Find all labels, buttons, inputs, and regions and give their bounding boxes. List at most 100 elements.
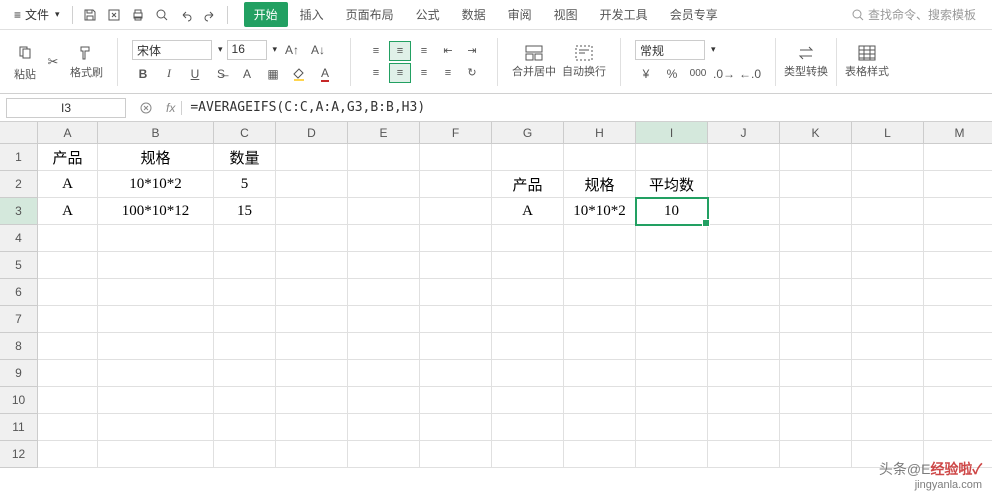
cell[interactable] (420, 387, 492, 414)
cell[interactable] (708, 414, 780, 441)
cell[interactable] (276, 225, 348, 252)
indent-increase-icon[interactable]: ⇥ (461, 41, 483, 61)
wrap-text-button[interactable]: 自动换行 (562, 45, 606, 79)
cell[interactable] (780, 198, 852, 225)
cell[interactable] (852, 360, 924, 387)
cell[interactable] (564, 252, 636, 279)
print-preview-icon[interactable] (103, 4, 125, 26)
cell[interactable]: 10*10*2 (98, 171, 214, 198)
cell[interactable] (708, 387, 780, 414)
cell[interactable] (924, 171, 992, 198)
cell[interactable] (924, 144, 992, 171)
row-header[interactable]: 9 (0, 360, 38, 387)
decrease-decimal-icon[interactable]: ←.0 (739, 64, 761, 84)
row-header[interactable]: 1 (0, 144, 38, 171)
cell[interactable] (98, 360, 214, 387)
column-header[interactable]: D (276, 122, 348, 144)
align-justify-icon[interactable]: ≡ (437, 63, 459, 83)
cell[interactable] (98, 225, 214, 252)
font-name-select[interactable]: 宋体 (132, 40, 212, 60)
cell[interactable] (276, 414, 348, 441)
cell[interactable] (38, 252, 98, 279)
align-middle-icon[interactable]: ≡ (389, 41, 411, 61)
cell[interactable] (780, 279, 852, 306)
name-box[interactable]: I3 (6, 98, 126, 118)
cell[interactable] (636, 225, 708, 252)
cell[interactable] (924, 225, 992, 252)
increase-font-icon[interactable]: A↑ (281, 40, 303, 60)
redo-icon[interactable] (199, 4, 221, 26)
column-header[interactable]: J (708, 122, 780, 144)
cell[interactable]: 5 (214, 171, 276, 198)
column-header[interactable]: L (852, 122, 924, 144)
cell[interactable] (214, 360, 276, 387)
table-style-button[interactable]: 表格样式 (845, 45, 889, 79)
cell[interactable] (924, 414, 992, 441)
cell[interactable]: 规格 (98, 144, 214, 171)
cell[interactable] (98, 387, 214, 414)
cell[interactable] (214, 441, 276, 468)
row-header[interactable]: 11 (0, 414, 38, 441)
cell[interactable] (214, 306, 276, 333)
type-convert-button[interactable]: 类型转换 (784, 45, 828, 79)
cell[interactable] (564, 279, 636, 306)
select-all-corner[interactable] (0, 122, 38, 144)
column-header[interactable]: A (38, 122, 98, 144)
cell[interactable] (852, 252, 924, 279)
cell[interactable] (852, 198, 924, 225)
row-header[interactable]: 8 (0, 333, 38, 360)
cell[interactable] (348, 306, 420, 333)
cell[interactable] (276, 198, 348, 225)
cell[interactable] (636, 252, 708, 279)
cell[interactable] (924, 333, 992, 360)
cell[interactable] (98, 441, 214, 468)
row-header[interactable]: 2 (0, 171, 38, 198)
cell[interactable] (852, 441, 924, 468)
row-header[interactable]: 4 (0, 225, 38, 252)
cell[interactable] (38, 387, 98, 414)
save-icon[interactable] (79, 4, 101, 26)
cell[interactable] (276, 333, 348, 360)
cell[interactable] (420, 306, 492, 333)
cell[interactable] (852, 225, 924, 252)
underline-button[interactable]: U (184, 64, 206, 84)
cell[interactable] (214, 252, 276, 279)
column-header[interactable]: H (564, 122, 636, 144)
font-effects-button[interactable]: A (236, 64, 258, 84)
cell[interactable] (924, 306, 992, 333)
cell[interactable] (38, 333, 98, 360)
cell[interactable] (492, 306, 564, 333)
column-header[interactable]: E (348, 122, 420, 144)
cell[interactable] (348, 441, 420, 468)
tab-developer[interactable]: 开发工具 (590, 2, 658, 27)
tab-page-layout[interactable]: 页面布局 (336, 2, 404, 27)
cell[interactable] (492, 360, 564, 387)
cell[interactable] (98, 333, 214, 360)
cell[interactable] (420, 333, 492, 360)
formula-input[interactable]: =AVERAGEIFS(C:C,A:A,G3,B:B,H3) (182, 98, 992, 117)
cell[interactable] (852, 306, 924, 333)
cell[interactable] (38, 279, 98, 306)
row-header[interactable]: 6 (0, 279, 38, 306)
fx-icon[interactable]: fx (160, 101, 182, 115)
cell[interactable] (348, 225, 420, 252)
decrease-font-icon[interactable]: A↓ (307, 40, 329, 60)
cell[interactable] (348, 144, 420, 171)
cell[interactable] (924, 198, 992, 225)
currency-button[interactable]: ¥ (635, 64, 657, 84)
cell[interactable] (924, 252, 992, 279)
cell[interactable]: 产品 (38, 144, 98, 171)
cell[interactable] (348, 360, 420, 387)
cell[interactable] (708, 306, 780, 333)
cell[interactable] (38, 306, 98, 333)
cell[interactable] (492, 225, 564, 252)
cell[interactable] (780, 441, 852, 468)
borders-button[interactable]: ▦ (262, 64, 284, 84)
cell[interactable] (564, 144, 636, 171)
cell[interactable] (492, 279, 564, 306)
cell[interactable] (708, 441, 780, 468)
strikethrough-button[interactable]: S̶ (210, 64, 232, 84)
cell[interactable] (348, 333, 420, 360)
cell[interactable] (780, 360, 852, 387)
cell[interactable] (708, 171, 780, 198)
